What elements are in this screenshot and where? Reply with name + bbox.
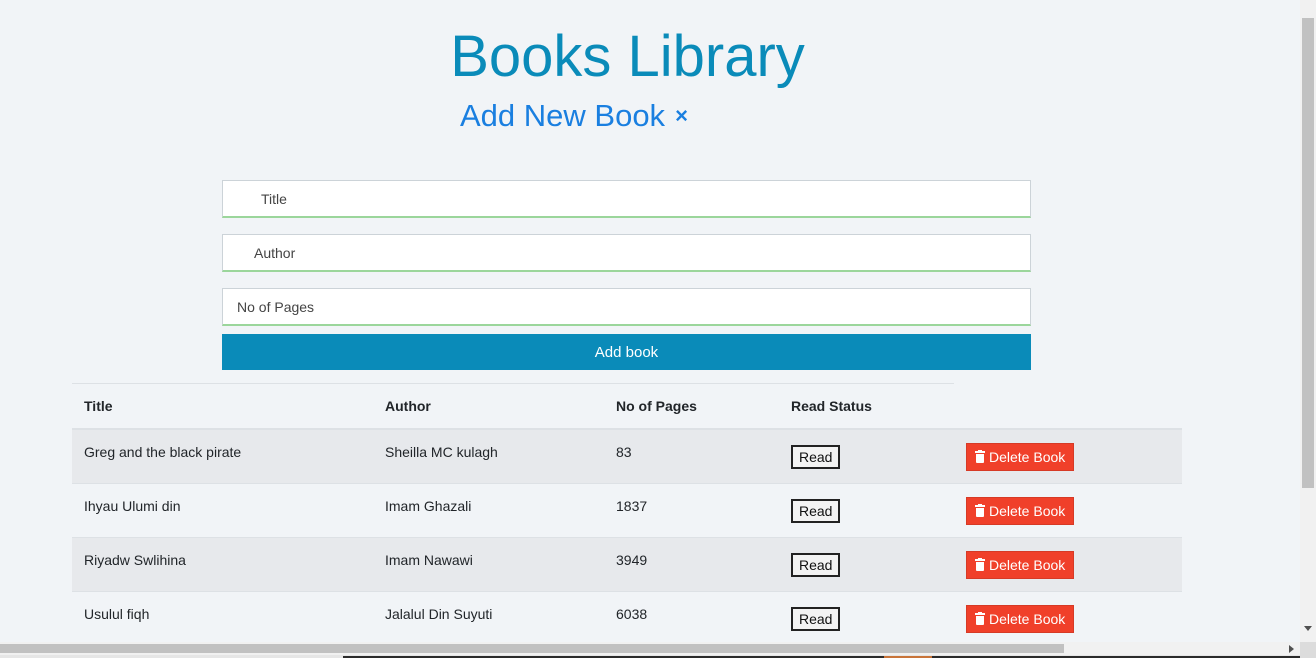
delete-book-label: Delete Book <box>989 502 1066 519</box>
vertical-scrollbar-thumb[interactable] <box>1302 18 1314 488</box>
trash-icon <box>975 611 985 625</box>
add-new-book-label: Add New Book <box>460 98 666 133</box>
scroll-down-arrow-icon[interactable] <box>1304 626 1312 631</box>
book-author: Imam Ghazali <box>385 497 472 514</box>
delete-book-button[interactable]: Delete Book <box>966 550 1075 579</box>
column-header-pages: No of Pages <box>604 384 779 430</box>
scroll-right-arrow-icon[interactable] <box>1289 645 1294 653</box>
book-title: Ihyau Ulumi din <box>84 497 181 514</box>
delete-book-label: Delete Book <box>989 448 1066 465</box>
book-pages: 3949 <box>616 551 648 568</box>
title-field-wrapper <box>222 180 1031 218</box>
page-title: Books Library <box>450 24 805 89</box>
delete-book-button[interactable]: Delete Book <box>966 496 1075 525</box>
add-new-book-heading: Add New Book × <box>460 96 688 136</box>
column-header-author: Author <box>373 384 604 430</box>
author-input[interactable] <box>223 235 1030 270</box>
book-author: Sheilla MC kulagh <box>385 443 498 460</box>
book-author: Imam Nawawi <box>385 551 473 568</box>
add-book-button[interactable]: Add book <box>222 334 1031 370</box>
read-status-button[interactable]: Read <box>791 606 841 631</box>
book-title: Greg and the black pirate <box>84 443 242 460</box>
table-row: Greg and the black pirate Sheilla MC kul… <box>72 429 1182 484</box>
book-pages: 1837 <box>616 497 648 514</box>
column-header-actions <box>954 384 1182 430</box>
horizontal-scrollbar[interactable] <box>0 642 1300 655</box>
book-pages: 83 <box>616 443 632 460</box>
book-title: Usulul fiqh <box>84 605 150 622</box>
table-row: Usulul fiqh Jalalul Din Suyuti 6038 Read… <box>72 591 1182 646</box>
trash-icon <box>975 503 985 517</box>
close-icon[interactable]: × <box>675 96 688 136</box>
book-author: Jalalul Din Suyuti <box>385 605 493 622</box>
trash-icon <box>975 557 985 571</box>
table-row: Ihyau Ulumi din Imam Ghazali 1837 Read D… <box>72 483 1182 538</box>
trash-icon <box>975 449 985 463</box>
read-status-button[interactable]: Read <box>791 552 841 577</box>
table-row: Riyadw Swlihina Imam Nawawi 3949 Read De… <box>72 537 1182 592</box>
books-table: Title Author No of Pages Read Status Gre… <box>72 384 1182 646</box>
horizontal-scrollbar-thumb[interactable] <box>0 644 1064 653</box>
book-pages: 6038 <box>616 605 648 622</box>
title-input[interactable] <box>223 181 1030 216</box>
vertical-scrollbar[interactable] <box>1300 0 1316 642</box>
read-status-button[interactable]: Read <box>791 498 841 523</box>
author-field-wrapper <box>222 234 1031 272</box>
delete-book-label: Delete Book <box>989 556 1066 573</box>
column-header-read-status: Read Status <box>779 384 954 430</box>
pages-input[interactable] <box>223 289 1030 324</box>
delete-book-button[interactable]: Delete Book <box>966 604 1075 633</box>
scrollbar-corner <box>1300 642 1316 658</box>
book-title: Riyadw Swlihina <box>84 551 186 568</box>
column-header-title: Title <box>72 384 373 430</box>
table-header-row: Title Author No of Pages Read Status <box>72 384 1182 430</box>
delete-book-label: Delete Book <box>989 610 1066 627</box>
delete-book-button[interactable]: Delete Book <box>966 442 1075 471</box>
read-status-button[interactable]: Read <box>791 444 841 469</box>
pages-field-wrapper <box>222 288 1031 326</box>
